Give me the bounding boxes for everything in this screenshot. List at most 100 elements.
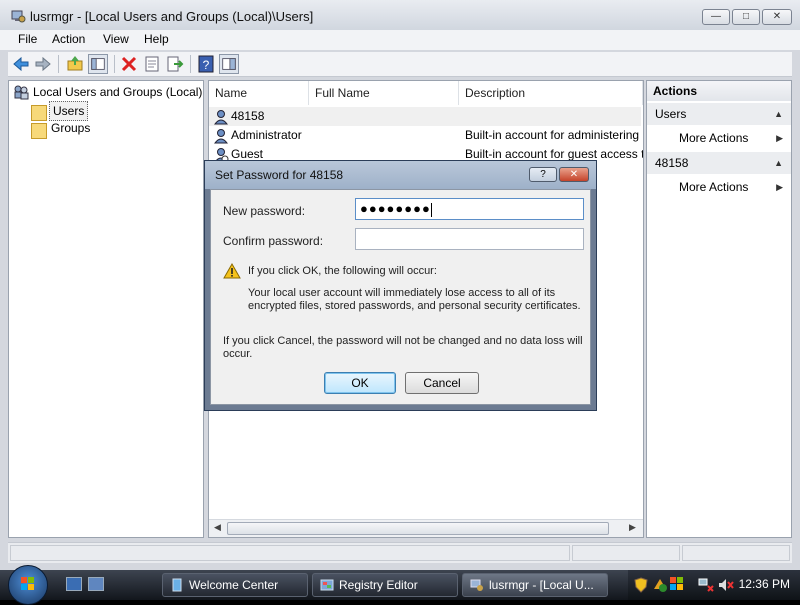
forward-icon[interactable] xyxy=(33,54,53,74)
up-folder-icon[interactable] xyxy=(65,54,85,74)
warning-detail-line-1: Your local user account will immediately… xyxy=(248,287,556,299)
computer-management-icon xyxy=(470,579,483,591)
actions-section-users[interactable]: Users ▲ xyxy=(647,103,791,125)
delete-icon[interactable] xyxy=(119,54,139,74)
more-actions-users[interactable]: More Actions ▶ xyxy=(647,127,791,149)
taskbar-label: Registry Editor xyxy=(339,578,418,592)
folder-icon xyxy=(31,123,47,139)
actions-section-48158[interactable]: 48158 ▲ xyxy=(647,152,791,174)
title-bar[interactable]: lusrmgr - [Local Users and Groups (Local… xyxy=(0,0,800,32)
menu-bar: File Action View Help xyxy=(0,30,800,50)
close-button[interactable]: ✕ xyxy=(762,9,792,25)
clock[interactable]: 12:36 PM xyxy=(739,577,790,591)
tree-item-groups-label: Groups xyxy=(51,121,91,135)
cancel-note-line-1: If you click Cancel, the password will n… xyxy=(223,335,583,347)
collapse-icon[interactable]: ▲ xyxy=(774,152,783,174)
list-row-48158[interactable]: 48158 xyxy=(209,107,641,126)
section-title: 48158 xyxy=(655,156,689,170)
collapse-icon[interactable]: ▲ xyxy=(774,103,783,125)
local-users-groups-icon xyxy=(14,85,29,100)
ok-button[interactable]: OK xyxy=(324,372,396,394)
tree-root[interactable]: Local Users and Groups (Local) xyxy=(13,83,203,101)
status-pane xyxy=(10,545,570,561)
section-title: Users xyxy=(655,107,687,121)
svg-text:?: ? xyxy=(203,58,210,72)
status-pane xyxy=(572,545,680,561)
window-title: lusrmgr - [Local Users and Groups (Local… xyxy=(30,9,314,24)
dialog-help-button[interactable]: ? xyxy=(529,167,557,182)
status-pane xyxy=(682,545,790,561)
show-hide-tree-icon[interactable] xyxy=(88,54,108,74)
toolbar-separator xyxy=(190,55,191,73)
switch-windows-icon[interactable] xyxy=(88,577,104,591)
warning-heading: If you click OK, the following will occu… xyxy=(248,265,437,277)
dialog-title-bar[interactable]: Set Password for 48158 ? ✕ xyxy=(205,161,596,189)
tree-item-users-label: Users xyxy=(49,101,89,121)
taskbar-button-welcome-center[interactable]: Welcome Center xyxy=(162,573,308,597)
cancel-button[interactable]: Cancel xyxy=(405,372,479,394)
menu-action[interactable]: Action xyxy=(52,32,85,46)
new-password-label: New password: xyxy=(223,204,306,218)
tree-item-groups[interactable]: Groups xyxy=(31,119,191,139)
toolbar-separator xyxy=(58,55,59,73)
scroll-left-icon[interactable]: ◀ xyxy=(214,522,221,533)
maximize-button[interactable]: □ xyxy=(732,9,760,25)
column-header-name[interactable]: Name xyxy=(209,81,309,105)
user-icon xyxy=(213,129,229,144)
properties-icon[interactable] xyxy=(142,54,162,74)
back-icon[interactable] xyxy=(11,54,31,74)
registry-editor-icon xyxy=(320,579,334,591)
system-tray: 12:36 PM xyxy=(628,570,800,600)
volume-muted-icon[interactable] xyxy=(718,577,734,593)
mmc-window: lusrmgr - [Local Users and Groups (Local… xyxy=(0,0,800,570)
status-bar xyxy=(8,542,792,563)
more-actions-label: More Actions xyxy=(679,180,749,194)
column-header-full-name[interactable]: Full Name xyxy=(309,81,459,105)
set-password-dialog: Set Password for 48158 ? ✕ New password:… xyxy=(204,160,597,411)
dialog-title: Set Password for 48158 xyxy=(215,168,344,182)
help-icon[interactable]: ? xyxy=(196,54,216,74)
row-name: Administrator xyxy=(231,128,302,142)
new-password-field[interactable]: ●●●●●●●● xyxy=(355,198,584,220)
export-list-icon[interactable] xyxy=(165,54,185,74)
network-disconnected-icon[interactable] xyxy=(698,577,714,593)
confirm-password-label: Confirm password: xyxy=(223,234,324,248)
toolbar: ? xyxy=(8,52,792,77)
console-tree: Local Users and Groups (Local) Users Gro… xyxy=(8,80,204,538)
taskbar-label: Welcome Center xyxy=(189,578,279,592)
dialog-close-button[interactable]: ✕ xyxy=(559,167,589,182)
actions-header: Actions xyxy=(647,81,791,101)
taskbar-label: lusrmgr - [Local U... xyxy=(489,578,594,592)
menu-view[interactable]: View xyxy=(103,32,129,46)
list-row-administrator[interactable]: Administrator Built-in account for admin… xyxy=(209,126,641,145)
actions-pane: Actions Users ▲ More Actions ▶ 48158 ▲ M… xyxy=(646,80,792,538)
tree-item-users[interactable]: Users xyxy=(31,101,191,121)
start-button[interactable] xyxy=(8,565,48,605)
new-password-value: ●●●●●●●● xyxy=(360,201,431,216)
user-icon xyxy=(213,110,229,125)
row-description: Built-in account for administering xyxy=(465,128,640,142)
submenu-arrow-icon: ▶ xyxy=(776,182,783,192)
taskbar-button-lusrmgr[interactable]: lusrmgr - [Local U... xyxy=(462,573,608,597)
warning-detail-line-2: encrypted files, stored passwords, and p… xyxy=(248,300,581,312)
more-actions-48158[interactable]: More Actions ▶ xyxy=(647,176,791,198)
text-caret xyxy=(430,202,432,217)
scrollbar-thumb[interactable] xyxy=(227,522,609,535)
windows-update-icon[interactable] xyxy=(670,577,684,591)
confirm-password-field[interactable] xyxy=(355,228,584,250)
minimize-button[interactable]: — xyxy=(702,9,730,25)
tree-root-label: Local Users and Groups (Local) xyxy=(33,85,203,99)
column-header-description[interactable]: Description xyxy=(459,81,643,105)
row-name: 48158 xyxy=(231,109,265,123)
warning-icon xyxy=(223,263,241,279)
windows-defender-icon[interactable] xyxy=(652,577,668,593)
menu-file[interactable]: File xyxy=(18,32,37,46)
taskbar-button-registry-editor[interactable]: Registry Editor xyxy=(312,573,458,597)
action-pane-icon[interactable] xyxy=(219,54,239,74)
submenu-arrow-icon: ▶ xyxy=(776,133,783,143)
horizontal-scrollbar[interactable]: ◀ ▶ xyxy=(209,519,643,537)
security-shield-icon[interactable] xyxy=(634,577,648,593)
show-desktop-icon[interactable] xyxy=(66,577,82,591)
menu-help[interactable]: Help xyxy=(144,32,169,46)
scroll-right-icon[interactable]: ▶ xyxy=(629,522,636,533)
